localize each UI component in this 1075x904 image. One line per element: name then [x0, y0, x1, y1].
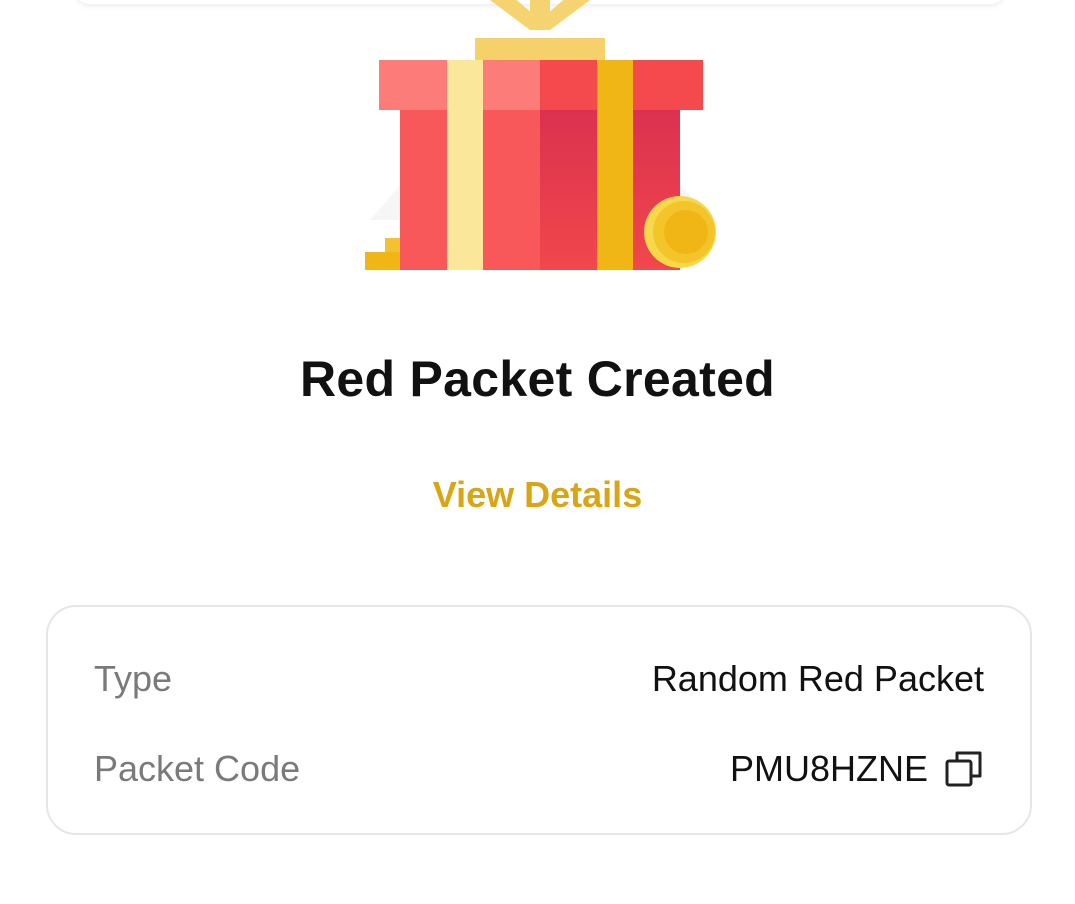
type-label: Type: [94, 658, 173, 699]
packet-code-value: PMU8HZNE: [729, 748, 928, 789]
type-value: Random Red Packet: [651, 658, 984, 699]
red-packet-created-screen: Red Packet Created View Details Type Ran…: [0, 0, 1075, 904]
type-row: Type Random Red Packet: [94, 657, 984, 701]
copy-icon[interactable]: [944, 749, 984, 789]
view-details-link[interactable]: View Details: [0, 474, 1075, 516]
packet-code-label: Packet Code: [94, 748, 301, 789]
packet-code-row: Packet Code PMU8HZNE: [94, 747, 984, 791]
packet-code-value-group: PMU8HZNE: [730, 748, 984, 790]
page-title: Red Packet Created: [299, 351, 776, 407]
gift-box-icon: [365, 0, 716, 270]
packet-info-card: Type Random Red Packet Packet Code PMU8H…: [46, 605, 1032, 835]
